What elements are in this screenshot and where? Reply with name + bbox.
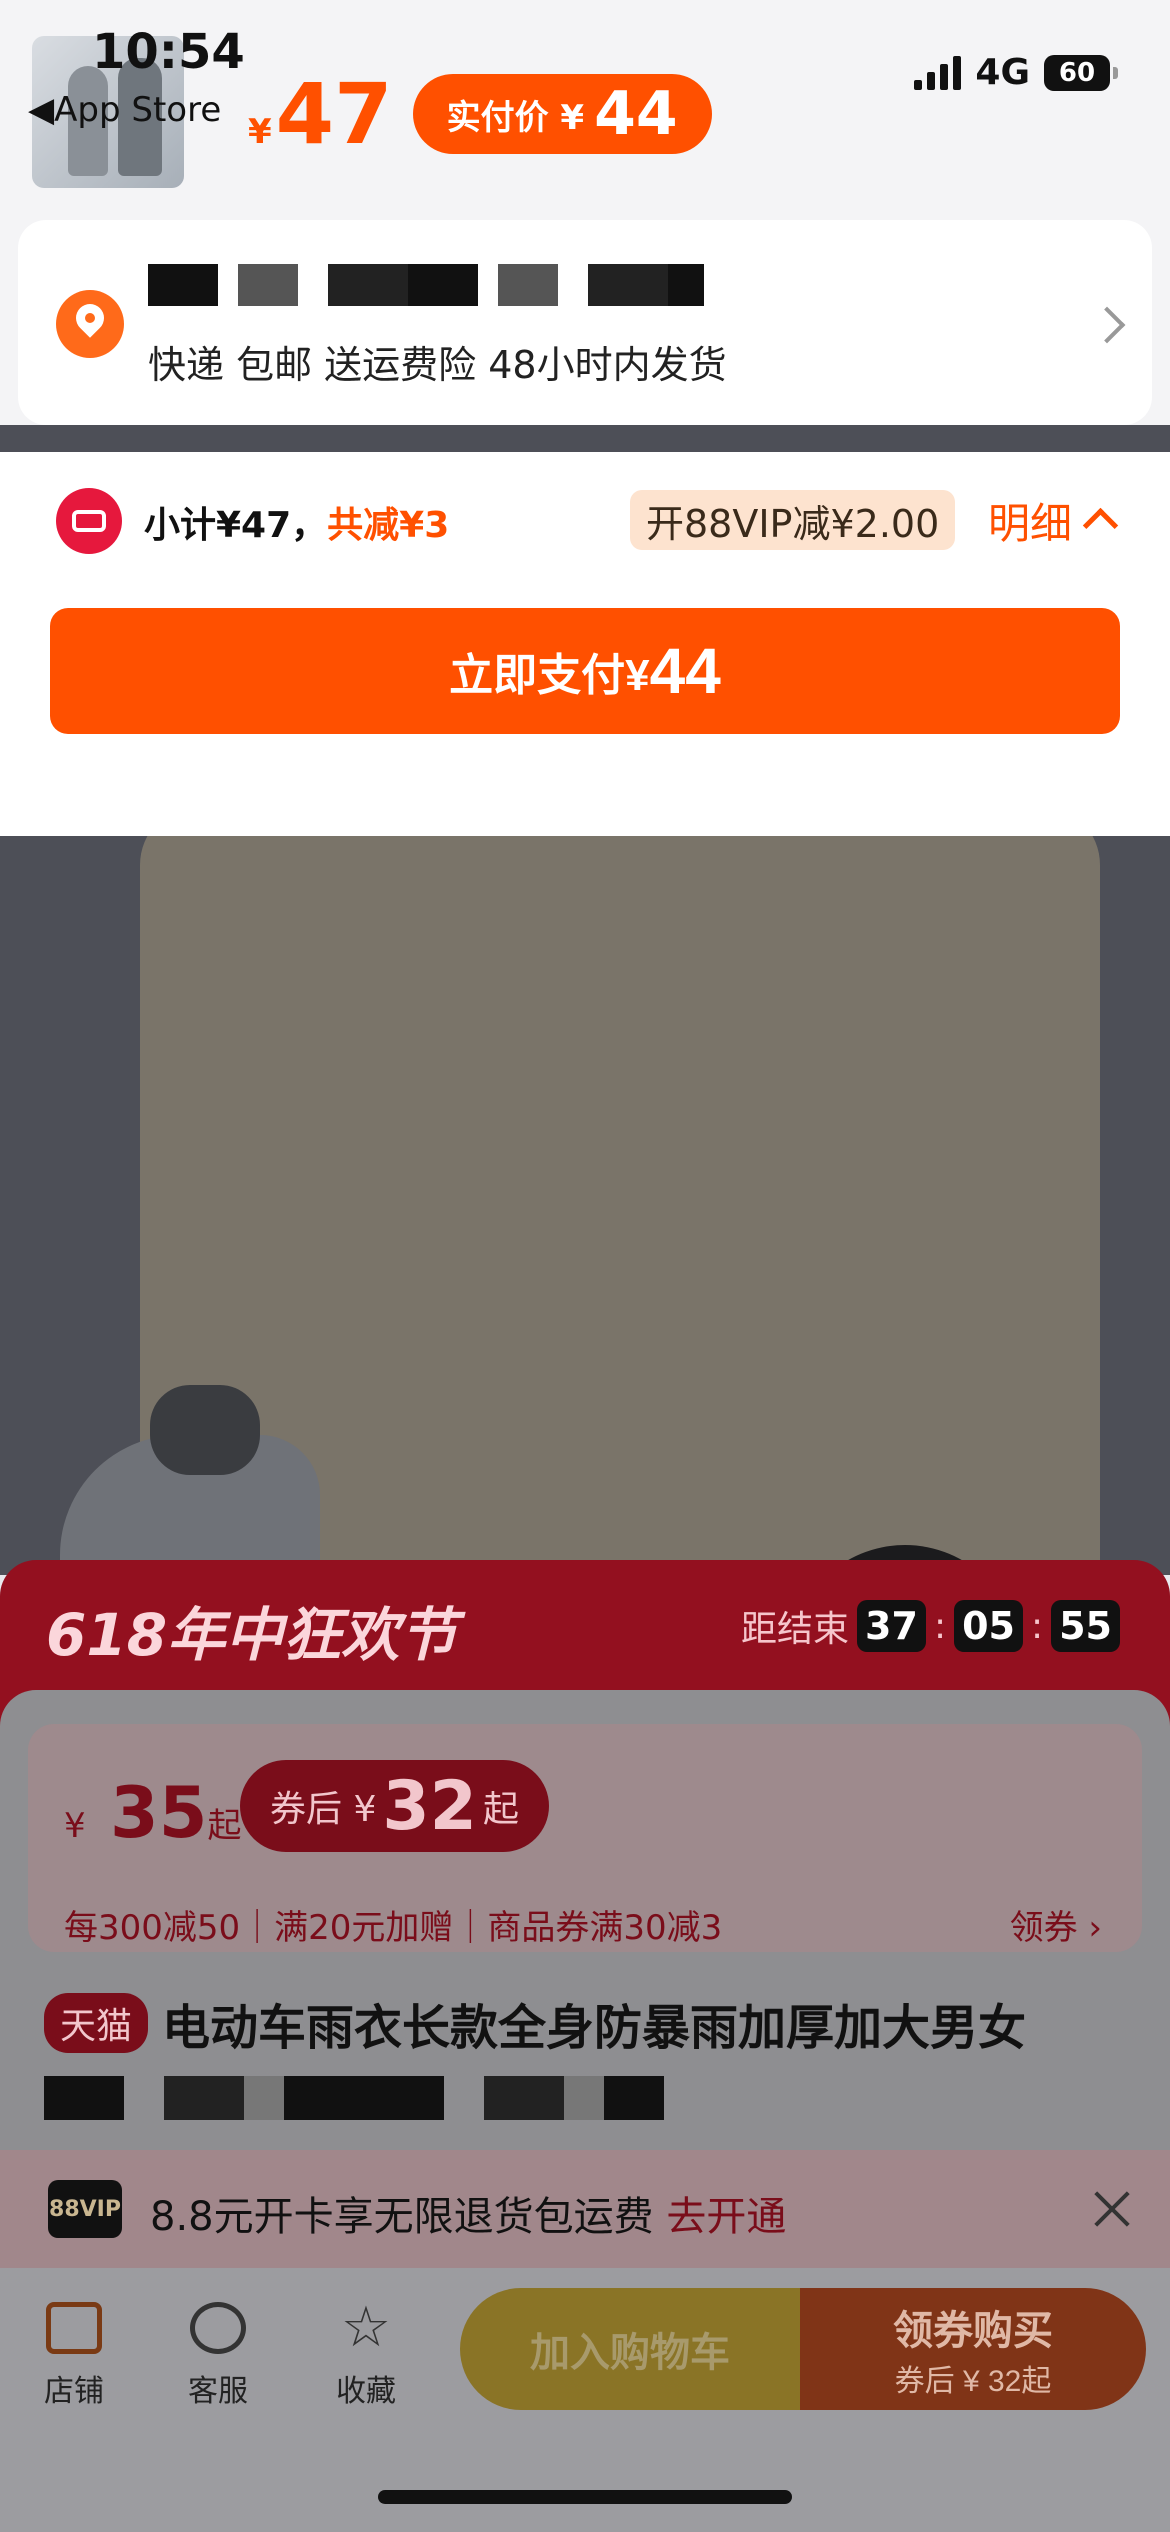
subtotal-text: 小计¥47，共减¥3 [144, 505, 450, 546]
tab-service[interactable]: 客服 [158, 2302, 278, 2410]
countdown-minutes: 05 [954, 1600, 1023, 1652]
back-arrow-icon: ◀ [28, 90, 55, 130]
home-indicator[interactable] [378, 2490, 792, 2504]
chevron-right-icon: › [1088, 1908, 1102, 1948]
promo-countdown: 距结束 37: 05: 55 [741, 1600, 1120, 1652]
get-coupon-link[interactable]: 领券 › [1010, 1900, 1102, 1949]
coupon-icon [56, 488, 122, 554]
product-price: ¥ 35起 [64, 1772, 242, 1854]
redacted-title-line [44, 2076, 664, 2120]
detail-label: 明细 [988, 499, 1073, 548]
vip-badge-icon: 88VIP [48, 2180, 122, 2238]
delivery-info: 快递 包邮 送运费险 48小时内发货 [148, 343, 727, 387]
tab-favorite[interactable]: ☆ 收藏 [306, 2295, 426, 2410]
pay-now-button[interactable]: 立即支付¥ 44 [50, 608, 1120, 734]
location-pin-icon [56, 290, 124, 358]
buy-button-label: 领券购买 [893, 2309, 1053, 2353]
vip-promo-bar[interactable]: 88VIP 8.8元开卡享无限退货包运费 去开通 [0, 2150, 1170, 2268]
back-to-app-store[interactable]: ◀App Store [28, 90, 221, 130]
status-time: 10:54 [92, 24, 245, 80]
address-card[interactable]: 快递 包邮 送运费险 48小时内发货 [18, 220, 1152, 425]
scooter-lamp [150, 1385, 260, 1475]
signal-icon [914, 55, 962, 90]
buy-with-coupon-button[interactable]: 领券购买 券后 ¥ 32起 [800, 2288, 1146, 2410]
price-box: ¥ 35起 券后 ¥32 起 每300减50｜满20元加赠｜商品券满30减3 领券… [28, 1724, 1142, 1952]
promo-rules: 每300减50｜满20元加赠｜商品券满30减3 [64, 1908, 723, 1948]
coupon-price-badge: 券后 ¥32 起 [240, 1760, 550, 1852]
chevron-right-icon [1088, 306, 1126, 344]
add-to-cart-button[interactable]: 加入购物车 [460, 2288, 800, 2410]
star-icon: ☆ [340, 2295, 392, 2360]
vip-promo-text: 8.8元开卡享无限退货包运费 去开通 [150, 2194, 787, 2240]
tab-favorite-label: 收藏 [336, 2374, 396, 2409]
status-bar: 10:54 ◀App Store 4G 60 [0, 0, 1170, 130]
shop-icon [46, 2302, 102, 2354]
tab-service-label: 客服 [188, 2374, 248, 2409]
tab-shop-label: 店铺 [44, 2374, 104, 2409]
network-label: 4G [975, 52, 1030, 93]
tmall-tag: 天猫 [44, 1993, 149, 2053]
detail-toggle[interactable]: 明细 [988, 490, 1119, 551]
vip-open-link[interactable]: 去开通 [666, 2194, 786, 2240]
countdown-label: 距结束 [741, 1609, 850, 1650]
product-title: 天猫 电动车雨衣长款全身防暴雨加厚加大男女 [44, 1988, 1026, 2058]
chevron-up-icon [1082, 507, 1119, 544]
battery-icon: 60 [1044, 54, 1118, 91]
close-icon[interactable] [1088, 2186, 1134, 2232]
system-indicators: 4G 60 [914, 52, 1118, 93]
payment-panel: 小计¥47，共减¥3 开88VIP减¥2.00 明细 立即支付¥ 44 [0, 452, 1170, 836]
product-title-text: 电动车雨衣长款全身防暴雨加厚加大男女 [162, 2000, 1027, 2056]
countdown-seconds: 55 [1051, 1600, 1120, 1652]
tab-shop[interactable]: 店铺 [14, 2302, 134, 2410]
battery-level: 60 [1058, 57, 1096, 88]
customer-service-icon [190, 2302, 246, 2354]
countdown-hours: 37 [857, 1600, 926, 1652]
redacted-address [148, 264, 704, 306]
back-app-label: App Store [54, 90, 222, 130]
product-info: ¥ 35起 券后 ¥32 起 每300减50｜满20元加赠｜商品券满30减3 领券… [0, 1690, 1170, 2150]
buy-button-sublabel: 券后 ¥ 32起 [894, 2365, 1052, 2398]
vip-discount-chip[interactable]: 开88VIP减¥2.00 [630, 490, 956, 550]
promo-title: 618年中狂欢节 [46, 1601, 458, 1669]
